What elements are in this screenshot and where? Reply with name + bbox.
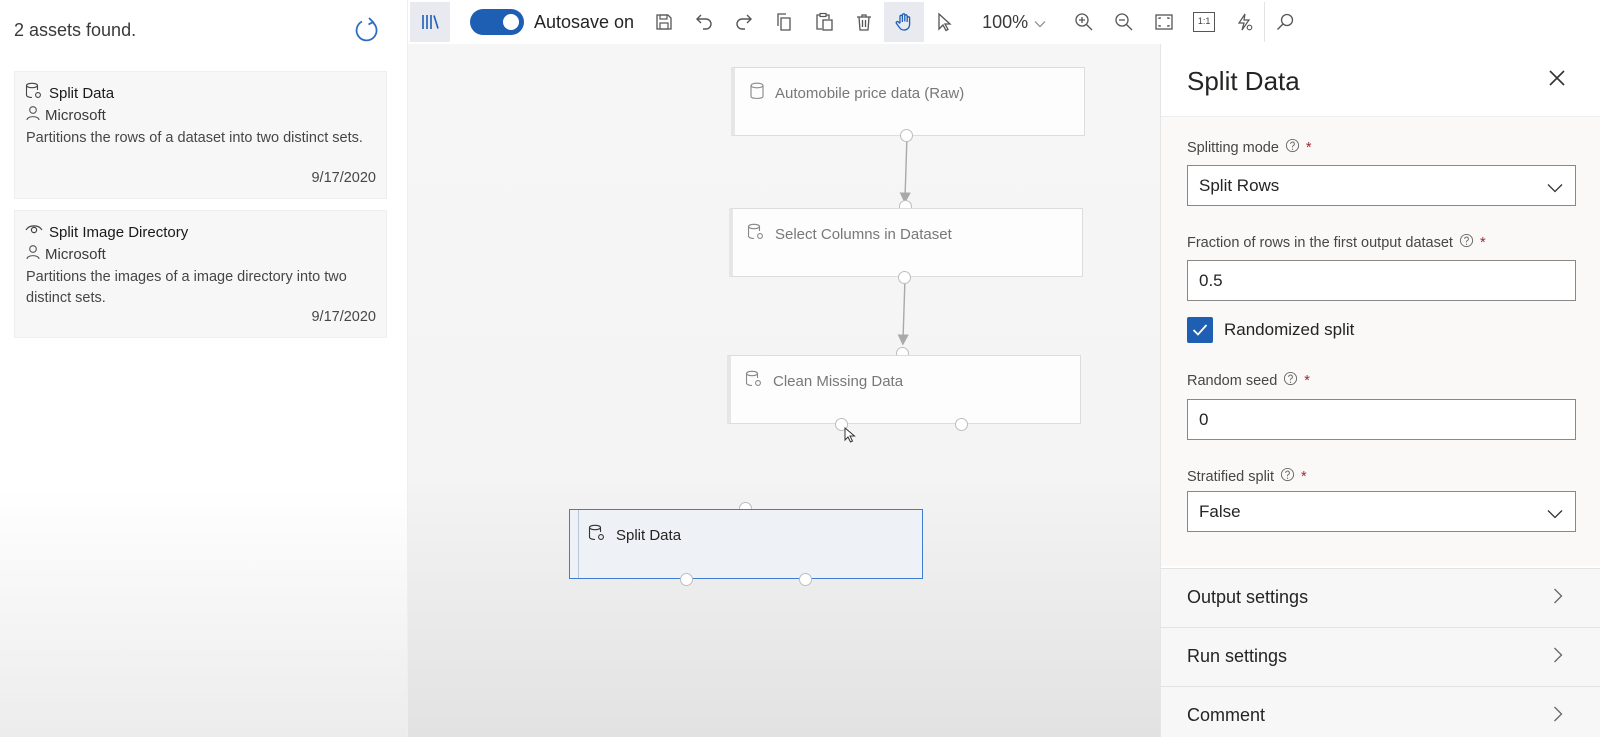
refresh-icon[interactable] [352,16,380,44]
random-seed-value: 0 [1199,409,1209,429]
auto-layout-icon[interactable] [1224,2,1264,42]
chevron-down-icon [1547,178,1563,198]
hand-pan-icon[interactable] [884,2,925,42]
delete-icon[interactable] [844,2,884,42]
output-port[interactable] [680,573,693,586]
eye-icon [25,221,43,244]
checkmark-icon [1192,324,1208,336]
splitting-mode-select[interactable]: Split Rows [1187,165,1576,206]
fraction-input[interactable]: 0.5 [1187,260,1576,301]
pipeline-node-split-data[interactable]: Split Data [569,509,923,579]
actual-size-icon[interactable]: 1:1 [1184,2,1224,42]
node-title: Clean Missing Data [773,372,904,390]
dataset-icon [749,82,765,104]
asset-date: 9/17/2020 [311,309,376,325]
save-icon[interactable] [644,2,684,42]
pipeline-canvas[interactable]: Automobile price data (Raw) Select Colum… [408,44,1160,737]
asset-author: Microsoft [45,106,106,124]
help-icon[interactable] [1285,138,1300,157]
dataset-module-icon [25,82,43,105]
autosave-toggle[interactable] [470,9,524,35]
autosave-label: Autosave on [534,11,635,32]
output-port[interactable] [955,418,968,431]
module-icon [747,223,765,245]
node-title: Split Data [616,526,682,544]
chevron-down-icon [1034,12,1046,33]
zoom-out-icon[interactable] [1104,2,1144,42]
stratified-split-select[interactable]: False [1187,491,1576,532]
zoom-dropdown[interactable]: 100% [982,12,1046,33]
help-icon[interactable] [1280,467,1295,486]
module-properties-panel: Split Data Splitting mode * Split Rows F… [1160,44,1600,737]
fit-to-screen-icon[interactable] [1144,2,1184,42]
asset-name: Split Image Directory [49,224,189,241]
section-label: Output settings [1187,587,1309,607]
pipeline-node-clean-missing-data[interactable]: Clean Missing Data [727,355,1081,424]
section-comment[interactable]: Comment [1161,686,1600,737]
randomized-split-row[interactable]: Randomized split [1187,317,1354,343]
chevron-right-icon [1553,588,1563,609]
output-port[interactable] [898,271,911,284]
help-icon[interactable] [1459,233,1474,252]
chevron-right-icon [1553,647,1563,668]
zoom-in-icon[interactable] [1064,2,1104,42]
panel-header: Split Data [1161,44,1600,116]
output-port[interactable] [900,129,913,142]
designer-toolbar: Autosave on 100% 1:1 [408,0,1600,44]
random-seed-label: Random seed * [1187,371,1310,390]
undo-icon[interactable] [684,2,724,42]
fraction-label: Fraction of rows in the first output dat… [1187,233,1486,252]
person-icon [25,244,41,264]
panel-title: Split Data [1187,66,1300,96]
assets-count-text: 2 assets found. [14,20,137,40]
asset-description: Partitions the rows of a dataset into tw… [26,130,363,146]
chevron-right-icon [1553,706,1563,727]
node-title: Automobile price data (Raw) [775,84,965,102]
section-output-settings[interactable]: Output settings [1161,568,1600,627]
select-pointer-icon[interactable] [924,2,964,42]
random-seed-input[interactable]: 0 [1187,399,1576,440]
splitting-mode-label: Splitting mode * [1187,138,1312,157]
pipeline-node-automobile-price-data[interactable]: Automobile price data (Raw) [731,67,1085,136]
search-icon[interactable] [1264,2,1304,42]
randomized-split-checkbox[interactable] [1187,317,1213,343]
asset-card-split-image-directory[interactable]: Split Image Directory Microsoft Partitio… [14,210,387,338]
asset-card-split-data[interactable]: Split Data Microsoft Partitions the rows… [14,71,387,199]
asset-date: 9/17/2020 [311,170,376,186]
stratified-split-label: Stratified split * [1187,467,1307,486]
zoom-value: 100% [982,11,1029,32]
asset-library-icon[interactable] [410,2,450,42]
section-label: Comment [1187,705,1266,725]
edge-2 [897,277,909,346]
help-icon[interactable] [1283,371,1298,390]
stratified-split-value: False [1199,501,1241,521]
fraction-value: 0.5 [1199,270,1223,290]
splitting-mode-value: Split Rows [1199,175,1280,195]
actual-size-label: 1:1 [1193,12,1216,32]
module-icon [588,524,606,546]
close-icon[interactable] [1545,66,1569,90]
output-port[interactable] [799,573,812,586]
pipeline-node-select-columns[interactable]: Select Columns in Dataset [729,208,1083,277]
node-side-bar [578,510,579,578]
asset-name: Split Data [49,85,115,102]
section-label: Run settings [1187,646,1288,666]
person-icon [25,105,41,125]
copy-icon[interactable] [764,2,804,42]
asset-description: Partitions the images of a image directo… [26,269,347,306]
asset-author: Microsoft [45,245,106,263]
section-run-settings[interactable]: Run settings [1161,627,1600,686]
parameters-form: Splitting mode * Split Rows Fraction of … [1161,116,1600,566]
randomized-split-label: Randomized split [1224,320,1355,339]
chevron-down-icon [1547,504,1563,524]
module-icon [745,370,763,392]
paste-icon[interactable] [804,2,844,42]
asset-library-panel: 2 assets found. Split Data Microsoft Par… [0,0,408,737]
redo-icon[interactable] [724,2,764,42]
mouse-cursor-icon [844,426,856,448]
edge-1 [899,135,911,204]
node-title: Select Columns in Dataset [775,225,952,243]
